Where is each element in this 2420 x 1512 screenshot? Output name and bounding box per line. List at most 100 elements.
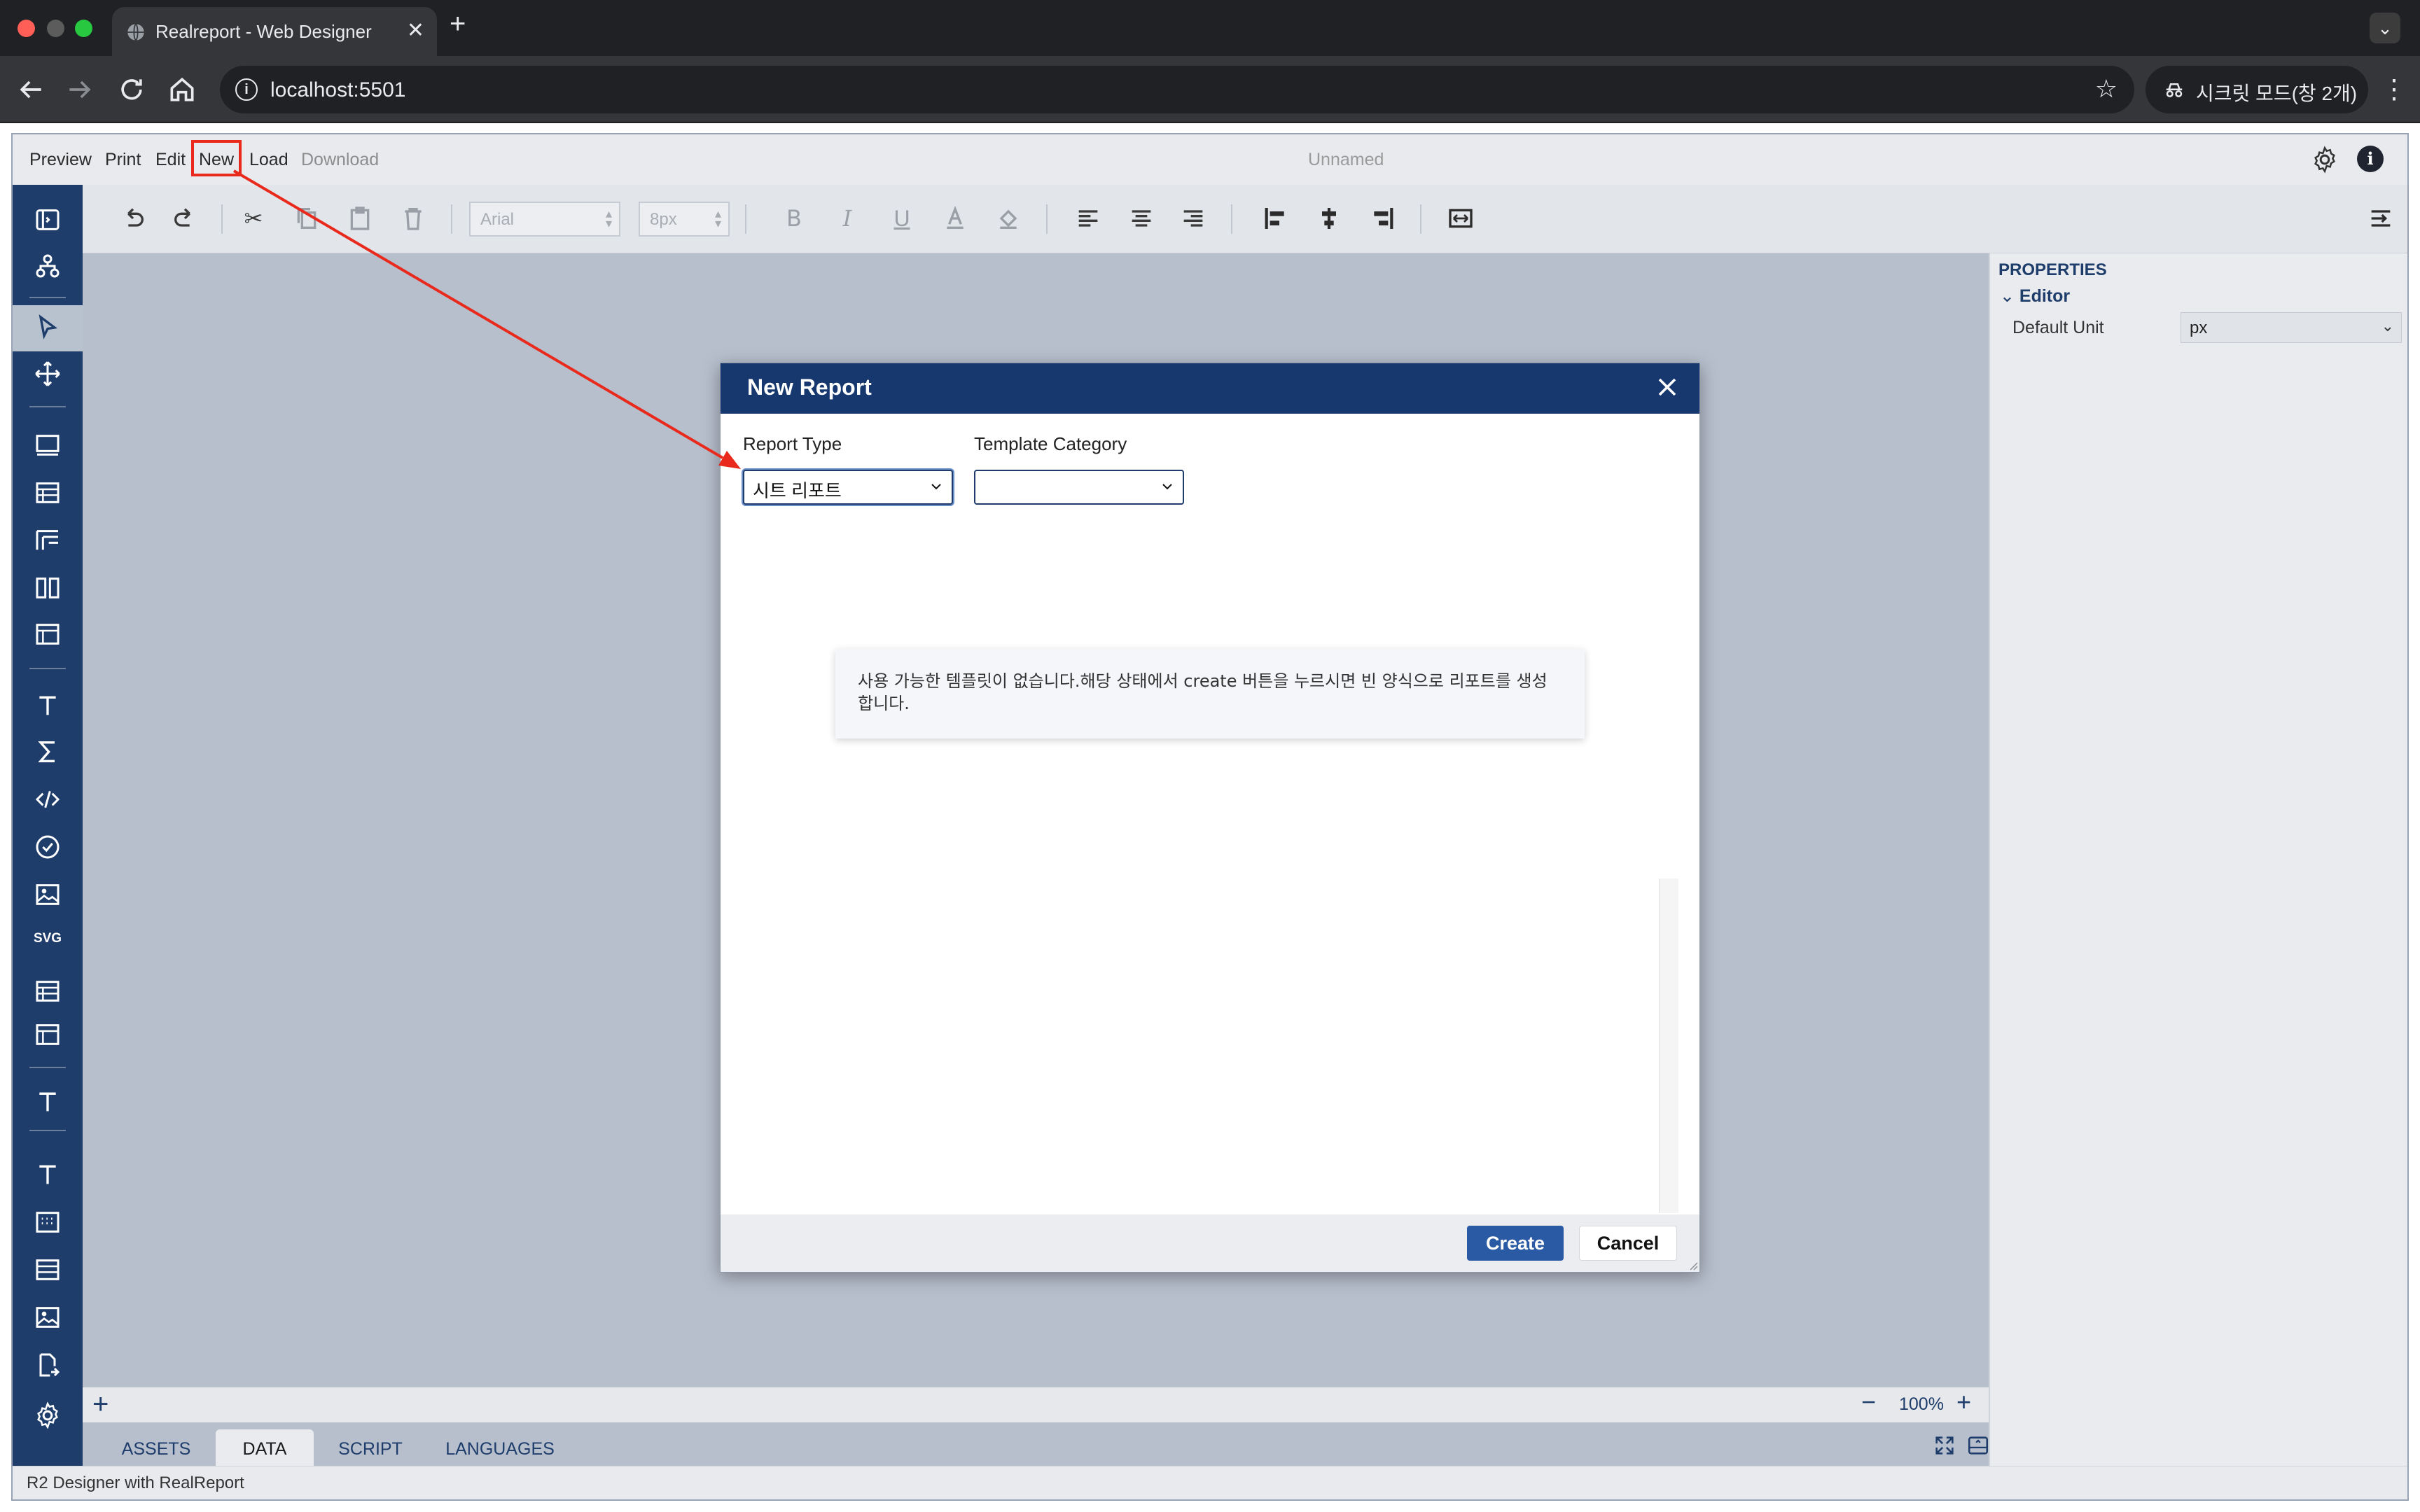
checkbox-circle-icon[interactable] (34, 833, 62, 861)
zoom-level: 100% (1899, 1394, 1944, 1414)
add-page-plus-icon[interactable]: + (92, 1389, 109, 1420)
align-right-icon[interactable] (1179, 204, 1207, 232)
align-left-icon[interactable] (1074, 204, 1102, 232)
browser-menu-icon[interactable]: ⋮ (2381, 71, 2407, 108)
report-type-select[interactable]: 시트 리포트 (743, 470, 953, 505)
menu-load[interactable]: Load (249, 150, 288, 170)
align-center-icon[interactable] (1127, 204, 1155, 232)
image-icon[interactable] (34, 881, 62, 909)
close-tab-icon[interactable]: ✕ (407, 18, 424, 43)
image-icon[interactable] (34, 1303, 62, 1331)
svg-tool-label[interactable]: SVG (13, 931, 83, 946)
reload-icon[interactable] (116, 74, 147, 105)
toggle-sidebar-icon[interactable] (34, 206, 62, 234)
text-tool-icon[interactable] (34, 1088, 62, 1116)
new-tab-icon[interactable]: + (450, 10, 466, 38)
bookmark-star-icon[interactable]: ☆ (2095, 74, 2118, 104)
fill-color-bucket-icon[interactable] (994, 204, 1022, 232)
close-icon[interactable] (1652, 372, 1683, 402)
dialog-header: New Report (721, 363, 1699, 414)
export-document-icon[interactable] (34, 1351, 62, 1379)
bold-icon[interactable]: B (780, 204, 808, 232)
tab-assets[interactable]: ASSETS (111, 1429, 202, 1466)
tab-search-chevron-icon[interactable]: ⌄ (2370, 13, 2400, 43)
panel-toggle-icon[interactable] (1966, 1434, 1990, 1457)
delete-trash-icon[interactable] (399, 204, 427, 232)
zoom-in-icon[interactable]: + (1956, 1387, 1971, 1417)
tab-languages[interactable]: LANGUAGES (430, 1429, 570, 1466)
menu-download[interactable]: Download (301, 150, 379, 170)
sum-sigma-icon[interactable] (34, 738, 62, 766)
columns-icon[interactable] (34, 574, 62, 602)
move-arrows-icon[interactable] (34, 360, 62, 388)
url-text: localhost:5501 (270, 78, 406, 102)
undo-icon[interactable] (119, 204, 147, 232)
incognito-indicator[interactable]: 시크릿 모드(창 2개) (2146, 66, 2368, 113)
hierarchy-icon[interactable] (34, 252, 62, 280)
toolbar-divider (1231, 204, 1232, 234)
frame-icon[interactable] (34, 620, 62, 648)
group-band-icon[interactable] (34, 526, 62, 554)
font-size-select[interactable]: 8px ▴ ▾ (639, 202, 730, 237)
html-code-icon[interactable] (34, 785, 62, 813)
info-icon[interactable]: i (2357, 146, 2384, 172)
settings-gear-icon[interactable] (2311, 146, 2339, 174)
url-omnibox[interactable]: i localhost:5501 ☆ (220, 66, 2134, 113)
bottom-tab-strip: ASSETS DATA SCRIPT LANGUAGES (83, 1422, 1989, 1466)
menu-print[interactable]: Print (105, 150, 141, 170)
font-family-select[interactable]: Arial ▴ ▾ (469, 202, 620, 237)
fullscreen-expand-icon[interactable] (1933, 1434, 1956, 1457)
table-grid-icon[interactable] (34, 977, 62, 1005)
scrollbar[interactable] (1659, 878, 1678, 1213)
table-band-icon[interactable] (34, 479, 62, 507)
back-arrow-icon[interactable] (15, 74, 46, 105)
forward-arrow-icon[interactable] (64, 74, 95, 105)
underline-icon[interactable]: U (888, 204, 916, 232)
italic-icon[interactable]: I (833, 204, 861, 232)
template-category-select[interactable] (974, 470, 1184, 505)
text-tool-icon[interactable] (34, 1161, 62, 1189)
paste-clipboard-icon[interactable] (346, 204, 374, 232)
menu-edit[interactable]: Edit (155, 150, 186, 170)
create-button[interactable]: Create (1467, 1226, 1564, 1261)
cancel-button[interactable]: Cancel (1579, 1226, 1677, 1261)
page-band-icon[interactable] (34, 431, 62, 459)
default-unit-value: px (2190, 318, 2208, 337)
cut-scissors-icon[interactable]: ✂ (239, 204, 267, 232)
panel-frame-icon[interactable] (34, 1021, 62, 1049)
browser-tab-title: Realreport - Web Designer (155, 21, 372, 42)
format-toolbar: ✂ Arial ▴ ▾ 8px ▴ ▾ B I U (83, 185, 2407, 253)
select-pointer-icon[interactable] (34, 314, 62, 342)
site-info-icon[interactable]: i (235, 78, 258, 101)
default-unit-select[interactable]: px ⌄ (2181, 312, 2402, 343)
dotted-box-icon[interactable] (34, 1208, 62, 1236)
toolbar-divider (1046, 204, 1048, 234)
font-color-icon[interactable] (941, 204, 969, 232)
text-tool-icon[interactable] (34, 692, 62, 720)
browser-tab[interactable]: Realreport - Web Designer ✕ (112, 7, 437, 56)
copy-icon[interactable] (293, 204, 321, 232)
redo-icon[interactable] (171, 204, 199, 232)
toolbar-divider (451, 204, 452, 234)
home-icon[interactable] (167, 74, 197, 105)
tab-data[interactable]: DATA (216, 1429, 314, 1466)
properties-group-editor[interactable]: ⌄ Editor (2000, 286, 2070, 307)
list-band-icon[interactable] (34, 1256, 62, 1284)
zoom-out-icon[interactable]: − (1861, 1387, 1876, 1417)
properties-title: PROPERTIES (1998, 260, 2107, 279)
settings-gear-icon[interactable] (34, 1401, 62, 1429)
collapse-panel-icon[interactable] (2367, 204, 2395, 232)
sidebar-divider (29, 1130, 66, 1131)
maximize-window-button[interactable] (75, 20, 92, 37)
align-objects-right-icon[interactable] (1368, 204, 1396, 232)
resize-grip-icon[interactable] (1687, 1259, 1698, 1270)
tab-script[interactable]: SCRIPT (325, 1429, 416, 1466)
fit-width-icon[interactable] (1447, 204, 1475, 232)
template-category-label: Template Category (974, 433, 1127, 454)
minimize-window-button[interactable] (47, 20, 64, 37)
menu-preview[interactable]: Preview (29, 150, 92, 170)
align-objects-center-icon[interactable] (1315, 204, 1343, 232)
align-objects-left-icon[interactable] (1262, 204, 1290, 232)
close-window-button[interactable] (18, 20, 35, 37)
font-size-value: 8px (650, 210, 677, 229)
